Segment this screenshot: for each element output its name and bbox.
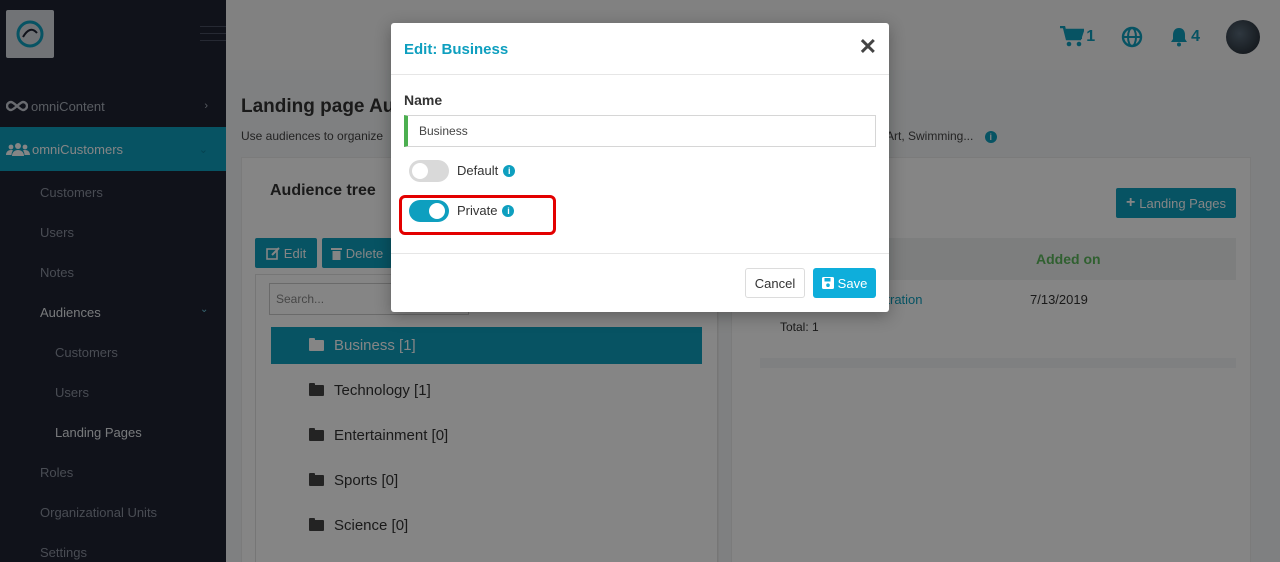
private-toggle[interactable] xyxy=(409,200,449,222)
info-icon[interactable]: i xyxy=(503,164,516,177)
modal-title: Edit: Business xyxy=(404,41,509,58)
close-button[interactable]: ✕ xyxy=(859,36,877,58)
close-icon: ✕ xyxy=(858,34,877,59)
modal-header: Edit: Business ✕ xyxy=(391,23,889,75)
info-icon[interactable]: i xyxy=(502,204,515,217)
private-label-text: Private xyxy=(457,203,498,218)
toggle-knob xyxy=(412,163,428,179)
default-toggle-label: Default i xyxy=(457,163,516,178)
private-toggle-label: Private i xyxy=(457,203,515,218)
default-toggle[interactable] xyxy=(409,160,449,182)
name-label: Name xyxy=(404,92,443,108)
cancel-button[interactable]: Cancel xyxy=(745,268,805,298)
name-input[interactable] xyxy=(404,115,876,147)
edit-audience-modal: Edit: Business ✕ Name Default i Private … xyxy=(391,23,889,312)
save-button-label: Save xyxy=(837,275,868,291)
default-label-text: Default xyxy=(457,163,499,178)
toggle-knob xyxy=(429,203,445,219)
floppy-disk-icon xyxy=(821,277,834,289)
modal-footer-divider xyxy=(391,253,889,254)
save-button[interactable]: Save xyxy=(813,268,876,298)
